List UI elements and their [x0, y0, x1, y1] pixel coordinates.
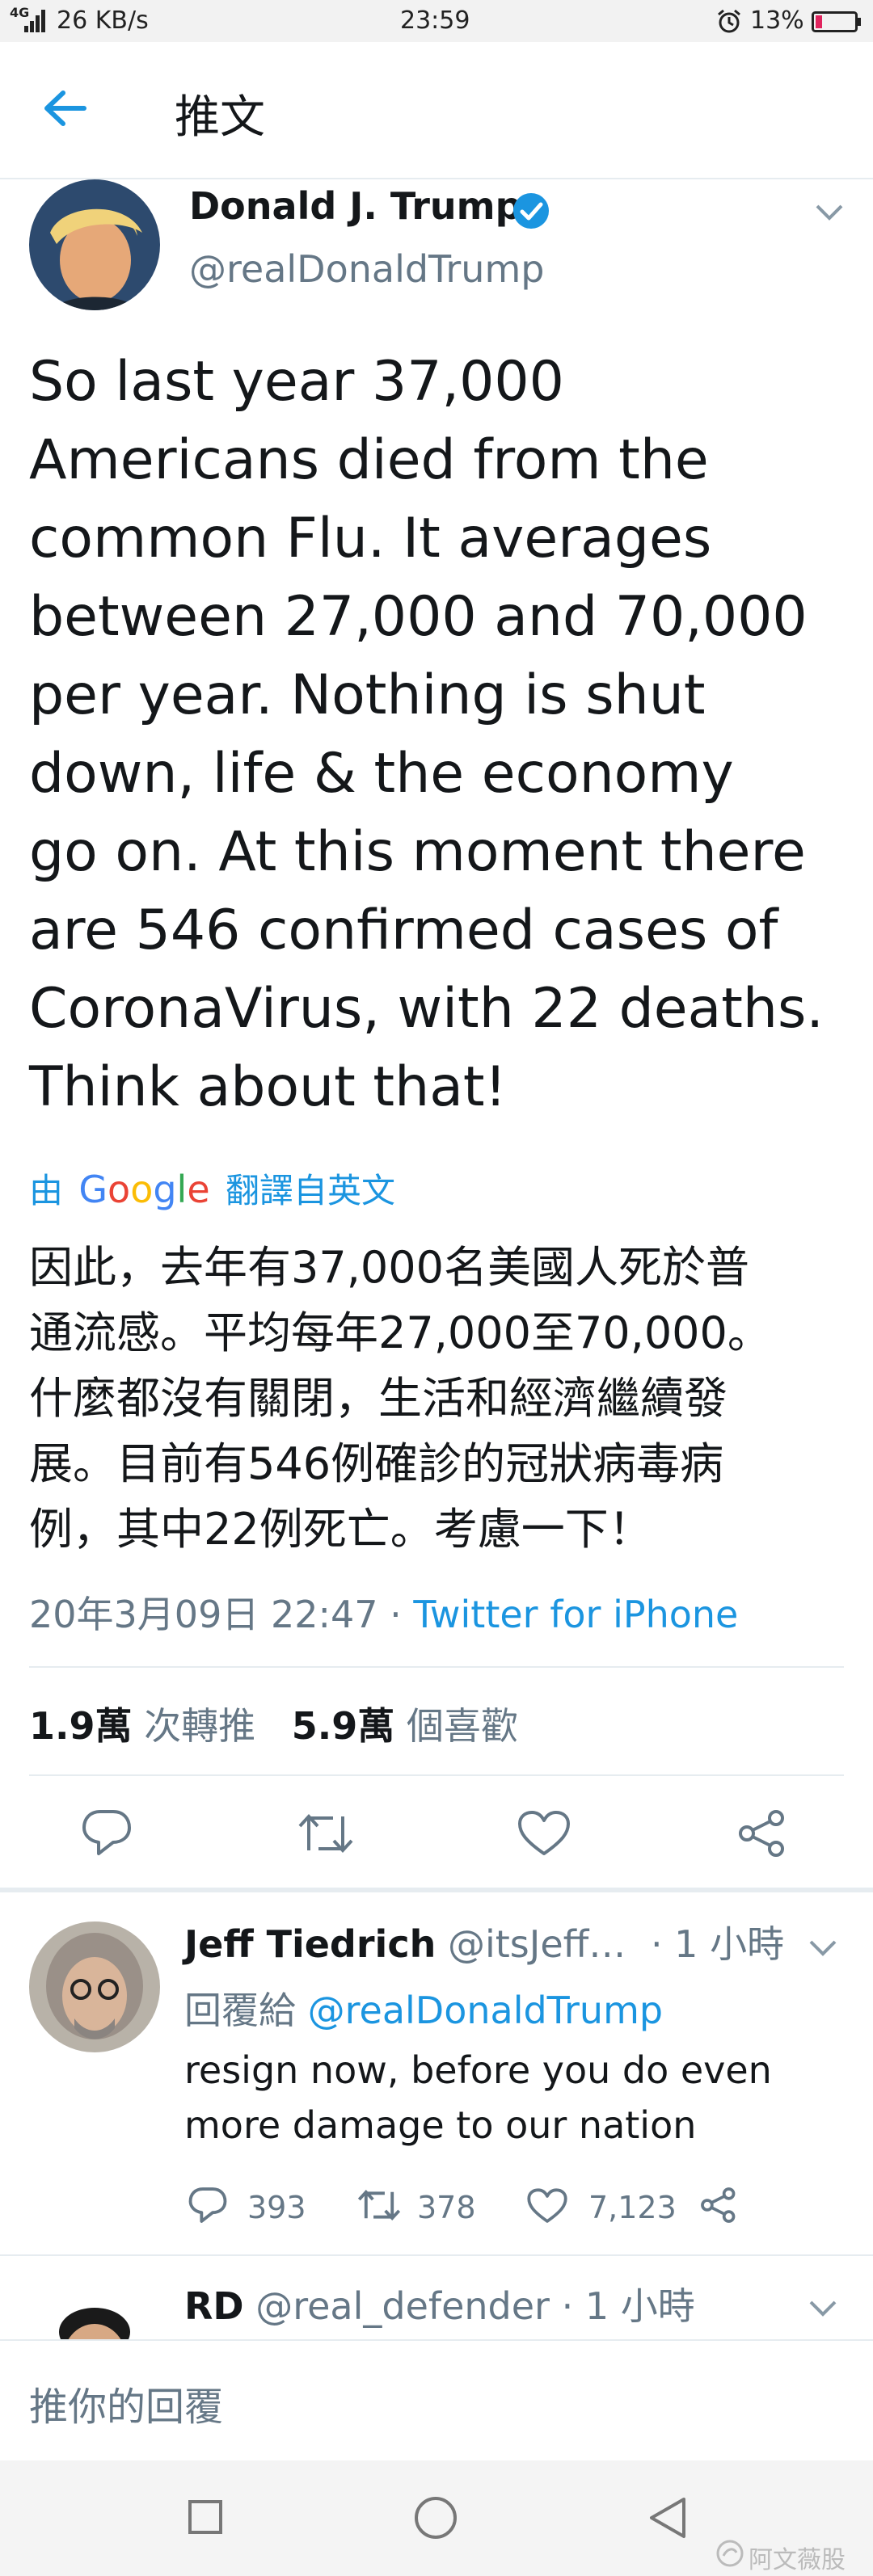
tweet-text-line: go on. At this moment there — [29, 820, 806, 884]
share-icon[interactable] — [700, 2187, 737, 2224]
reply-text: resign now, before you do even more dama… — [184, 2043, 847, 2153]
reply-count: 393 — [247, 2190, 306, 2225]
recent-apps-icon[interactable] — [188, 2499, 223, 2535]
tweet-text-line: common Flu. It averages — [29, 507, 712, 570]
reply-composer-bar[interactable]: 推你的回覆 — [0, 2339, 873, 2462]
home-icon[interactable] — [414, 2496, 458, 2540]
reply-header: Jeff Tiedrich @itsJeff… · 1 小時 — [184, 1915, 784, 1968]
system-nav-bar: 阿文薇股 — [0, 2460, 873, 2576]
translated-line: 展。目前有546例確診的冠狀病毒病 — [29, 1438, 724, 1489]
reply-text-line: more damage to our nation — [184, 2103, 697, 2147]
retweet-count: 378 — [417, 2190, 476, 2225]
page-title: 推文 — [175, 91, 265, 144]
reply-time: · 1 小時 — [650, 1922, 785, 1966]
translated-line: 例，其中22例死亡。考慮一下！ — [29, 1504, 652, 1555]
tweet-text-line: per year. Nothing is shut — [29, 663, 706, 727]
alarm-icon — [716, 8, 742, 34]
reply-text-line: resign now, before you do even — [184, 2048, 772, 2092]
reply-input[interactable]: 推你的回覆 — [29, 2375, 223, 2431]
author-handle[interactable]: @realDonaldTrump — [189, 247, 544, 291]
back-triangle-icon[interactable] — [647, 2496, 689, 2540]
reply-avatar[interactable] — [29, 1921, 160, 2052]
app-header: 推文 — [0, 42, 873, 179]
watermark-text: 阿文薇股 — [749, 2546, 846, 2574]
tweet-meta: 20年3月09日 22:47 · Twitter for iPhone — [29, 1585, 738, 1639]
chevron-down-icon[interactable] — [808, 1939, 837, 1957]
replying-prefix: 回覆給 — [184, 1989, 296, 2032]
status-bar: 4G 26 KB/s 23:59 13% — [0, 0, 873, 42]
tweet-text-line: are 546 confirmed cases of — [29, 899, 778, 962]
like-heart-icon[interactable] — [527, 2188, 567, 2224]
translate-link[interactable]: 由 Google 翻譯自英文 — [29, 1164, 395, 1213]
tweet-source[interactable]: Twitter for iPhone — [413, 1593, 738, 1636]
tweet-timestamp: 20年3月09日 22:47 — [29, 1593, 378, 1636]
retweets-label[interactable]: 次轉推 — [144, 1704, 255, 1748]
signal-icon — [24, 10, 45, 32]
likes-label[interactable]: 個喜歡 — [407, 1704, 518, 1748]
divider — [0, 2254, 873, 2256]
translate-suffix: 翻譯自英文 — [226, 1171, 396, 1210]
translated-text: 因此，去年有37,000名美國人死於普 通流感。平均每年27,000至70,00… — [29, 1235, 846, 1562]
network-speed: 26 KB/s — [57, 6, 149, 35]
reply-icon[interactable] — [81, 1808, 133, 1857]
divider — [29, 1774, 844, 1776]
meta-separator: · — [390, 1593, 402, 1636]
like-count: 7,123 — [588, 2190, 677, 2225]
tweet-text-line: down, life & the economy — [29, 742, 734, 806]
section-divider — [0, 1888, 873, 1892]
tweet-text-line: between 27,000 and 70,000 — [29, 585, 808, 649]
translated-line: 因此，去年有37,000名美國人死於普 — [29, 1242, 749, 1293]
translate-prefix: 由 — [29, 1171, 64, 1210]
translated-line: 通流感。平均每年27,000至70,000。 — [29, 1307, 771, 1358]
verified-badge-icon — [512, 192, 550, 229]
watermark-logo-icon — [716, 2540, 744, 2567]
tweet-text-line: Americans died from the — [29, 428, 709, 492]
chevron-down-icon[interactable] — [815, 204, 844, 221]
tweet-text: So last year 37,000 Americans died from … — [29, 343, 846, 1126]
google-logo: Google — [78, 1168, 210, 1211]
translated-line: 什麼都沒有關閉，生活和經濟繼續發 — [29, 1373, 728, 1424]
battery-percent: 13% — [750, 6, 804, 35]
back-arrow-icon[interactable] — [42, 89, 87, 128]
like-heart-icon[interactable] — [517, 1810, 571, 1857]
reply-icon[interactable] — [188, 2187, 228, 2224]
chevron-down-icon[interactable] — [808, 2300, 837, 2317]
divider — [29, 1666, 844, 1668]
tweet-text-line: Think about that! — [29, 1055, 507, 1119]
retweets-count[interactable]: 1.9萬 — [29, 1704, 133, 1748]
replying-to: 回覆給 @realDonaldTrump — [184, 1981, 663, 2035]
replying-to-handle[interactable]: @realDonaldTrump — [308, 1989, 663, 2032]
retweet-icon[interactable] — [357, 2187, 401, 2224]
reply-author-name[interactable]: RD — [184, 2284, 244, 2328]
author-avatar[interactable] — [29, 179, 160, 310]
battery-icon — [812, 11, 862, 32]
author-name[interactable]: Donald J. Trump — [189, 184, 522, 228]
reply-author-handle[interactable]: @real_defender — [255, 2284, 550, 2328]
reply-author-name[interactable]: Jeff Tiedrich — [184, 1922, 436, 1966]
clock: 23:59 — [400, 6, 470, 35]
reply-author-handle[interactable]: @itsJeff… — [448, 1922, 626, 1966]
reply-header: RD @real_defender · 1 小時 — [184, 2277, 695, 2330]
tweet-stats: 1.9萬 次轉推 5.9萬 個喜歡 — [29, 1697, 518, 1750]
tweet-text-line: So last year 37,000 — [29, 350, 564, 414]
retweet-icon[interactable] — [297, 1810, 354, 1857]
likes-count[interactable]: 5.9萬 — [292, 1704, 395, 1748]
share-icon[interactable] — [737, 1808, 787, 1858]
reply-time: · 1 小時 — [561, 2284, 695, 2328]
tweet-text-line: CoronaVirus, with 22 deaths. — [29, 977, 824, 1041]
